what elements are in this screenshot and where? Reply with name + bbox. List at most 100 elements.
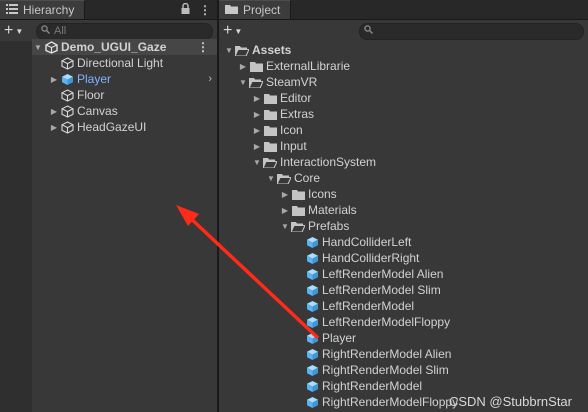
prefab-cube-icon	[305, 347, 319, 361]
tree-item-label: Player	[322, 331, 357, 345]
prefab-cube-icon	[305, 331, 319, 345]
prefab-item[interactable]: RightRenderModel Alien	[293, 346, 451, 362]
project-search-input[interactable]	[359, 22, 584, 40]
kebab-menu-icon[interactable]: ⋮	[199, 3, 211, 17]
expand-arrow-icon[interactable]: ▶	[251, 110, 263, 119]
folder-item[interactable]: ▼ Prefabs	[279, 218, 349, 234]
list-icon	[6, 3, 18, 17]
hierarchy-item[interactable]: ▶ Player ›	[48, 71, 217, 87]
scene-row[interactable]: ▼ Demo_UGUI_Gaze ⋮	[32, 39, 217, 55]
folder-open-icon	[291, 219, 305, 233]
prefab-item[interactable]: RightRenderModel Slim	[293, 362, 449, 378]
prefab-item[interactable]: RightRenderModelFloppy	[293, 394, 458, 410]
folder-icon	[263, 123, 277, 137]
hierarchy-tab[interactable]: Hierarchy	[0, 0, 86, 19]
project-tab[interactable]: Project	[219, 0, 292, 19]
folder-open-icon	[277, 171, 291, 185]
hierarchy-tab-label: Hierarchy	[23, 3, 75, 17]
folder-icon	[225, 3, 238, 17]
tree-item-label: InteractionSystem	[280, 155, 377, 169]
chevron-right-icon[interactable]: ›	[208, 73, 212, 85]
tree-item-label: Assets	[252, 43, 292, 57]
folder-item[interactable]: ▶ Input	[251, 138, 307, 154]
lock-icon[interactable]	[181, 2, 190, 17]
hierarchy-tree: ▼ Demo_UGUI_Gaze ⋮ Directional Light ▶ Pla…	[0, 39, 217, 412]
expand-arrow-icon[interactable]: ▶	[251, 126, 263, 135]
expand-arrow-icon[interactable]: ▼	[32, 43, 44, 52]
folder-item[interactable]: ▼ Core	[265, 170, 320, 186]
expand-arrow-icon[interactable]: ▶	[48, 123, 60, 132]
search-icon	[364, 25, 373, 37]
expand-arrow-icon[interactable]: ▶	[251, 94, 263, 103]
collapse-arrow-icon[interactable]: ▼	[265, 174, 277, 183]
prefab-cube-icon	[305, 395, 319, 409]
hierarchy-item[interactable]: ▶ Canvas	[48, 103, 217, 119]
expand-arrow-icon[interactable]: ▶	[48, 107, 60, 116]
cube-outline-icon	[60, 56, 74, 70]
collapse-arrow-icon[interactable]: ▼	[279, 222, 291, 231]
tree-item-label: Icons	[308, 187, 337, 201]
hierarchy-item-label: Directional Light	[77, 56, 164, 70]
prefab-item[interactable]: HandColliderRight	[293, 250, 419, 266]
prefab-item[interactable]: LeftRenderModel Slim	[293, 282, 441, 298]
tree-item-label: LeftRenderModel Alien	[322, 267, 444, 281]
unity-scene-icon	[44, 40, 58, 54]
folder-icon	[263, 107, 277, 121]
hierarchy-item-label: Player	[77, 72, 112, 86]
prefab-item[interactable]: Player	[293, 330, 356, 346]
collapse-arrow-icon[interactable]: ▼	[251, 158, 263, 167]
expand-arrow-icon[interactable]: ▶	[48, 75, 60, 84]
tree-item-label: LeftRenderModel Slim	[322, 283, 441, 297]
tree-item-label: Core	[294, 171, 321, 185]
folder-item[interactable]: ▶ ExternalLibrarie	[237, 58, 350, 74]
prefab-item[interactable]: LeftRenderModel Alien	[293, 266, 443, 282]
prefab-cube-icon	[305, 283, 319, 297]
collapse-arrow-icon[interactable]: ▼	[237, 78, 249, 87]
create-button[interactable]: + ▼	[4, 22, 30, 40]
hierarchy-item[interactable]: ▶ HeadGazeUI	[48, 119, 217, 135]
expand-arrow-icon[interactable]: ▶	[237, 62, 249, 71]
hierarchy-item[interactable]: Floor	[48, 87, 217, 103]
project-create-button[interactable]: + ▼	[223, 22, 249, 40]
tree-item-label: Input	[280, 139, 307, 153]
folder-item[interactable]: ▶ Editor	[251, 90, 311, 106]
folder-open-icon	[249, 75, 263, 89]
expand-arrow-icon[interactable]: ▶	[279, 190, 291, 199]
prefab-item[interactable]: RightRenderModel	[293, 378, 422, 394]
prefab-item[interactable]: HandColliderLeft	[293, 234, 411, 250]
hierarchy-item[interactable]: Directional Light	[48, 55, 217, 71]
scene-menu-icon[interactable]: ⋮	[197, 40, 209, 54]
cube-outline-icon	[60, 120, 74, 134]
project-tab-bar: Project	[219, 0, 588, 20]
folder-icon	[263, 139, 277, 153]
hierarchy-item-label: HeadGazeUI	[77, 120, 147, 134]
expand-arrow-icon[interactable]: ▶	[251, 142, 263, 151]
collapse-arrow-icon[interactable]: ▼	[223, 46, 235, 55]
cube-outline-icon	[60, 104, 74, 118]
tree-item-label: SteamVR	[266, 75, 318, 89]
hierarchy-item-label: Floor	[77, 88, 105, 102]
folder-item[interactable]: ▼ SteamVR	[237, 74, 317, 90]
project-tab-label: Project	[243, 3, 281, 17]
tree-item-label: Prefabs	[308, 219, 350, 233]
folder-item[interactable]: ▼ InteractionSystem	[251, 154, 376, 170]
folder-icon	[291, 187, 305, 201]
hierarchy-tab-bar: Hierarchy ⋮	[0, 0, 217, 20]
project-panel: Project + ▼ ▼ Assets ▶ ExternalLibrarie ▼ Stea…	[219, 0, 588, 412]
cube-outline-icon	[60, 88, 74, 102]
hierarchy-search-input[interactable]: All	[36, 22, 213, 40]
folder-item[interactable]: ▶ Icon	[251, 122, 303, 138]
folder-item[interactable]: ▶ Icons	[279, 186, 337, 202]
tree-item-label: RightRenderModel	[322, 379, 423, 393]
folder-item[interactable]: ▶ Materials	[279, 202, 357, 218]
expand-arrow-icon[interactable]: ▶	[279, 206, 291, 215]
folder-item[interactable]: ▶ Extras	[251, 106, 314, 122]
folder-item[interactable]: ▼ Assets	[223, 42, 291, 58]
dropdown-caret-icon: ▼	[15, 26, 24, 36]
folder-open-icon	[263, 155, 277, 169]
tree-item-label: RightRenderModel Slim	[322, 363, 449, 377]
prefab-item[interactable]: LeftRenderModel	[293, 298, 414, 314]
prefab-item[interactable]: LeftRenderModelFloppy	[293, 314, 450, 330]
scene-name: Demo_UGUI_Gaze	[61, 40, 167, 54]
tree-item-label: RightRenderModel Alien	[322, 347, 452, 361]
